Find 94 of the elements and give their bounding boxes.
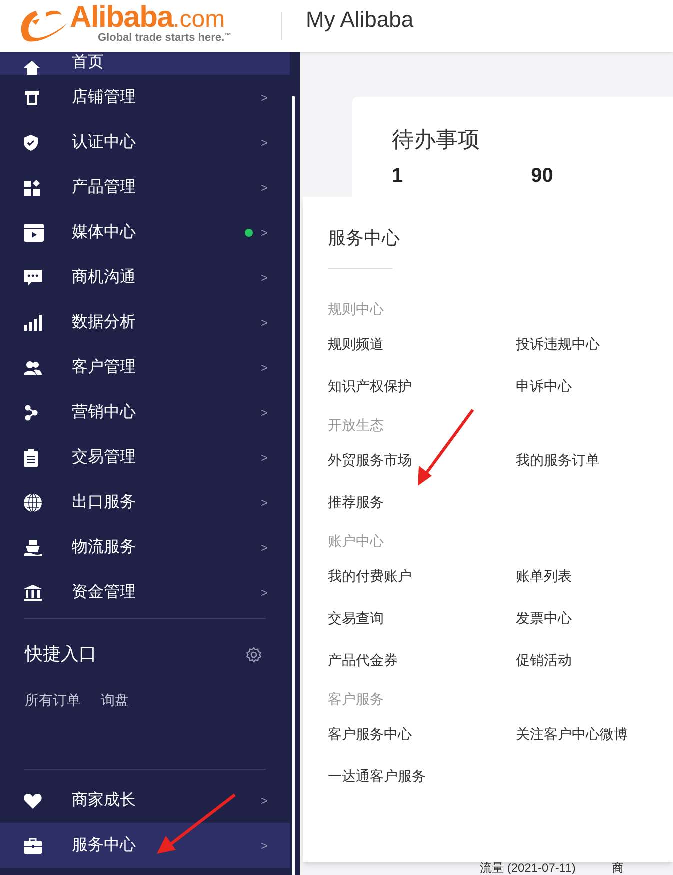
page-title: My Alibaba	[306, 6, 414, 34]
count-value: 90	[531, 166, 554, 186]
clipboard-icon	[24, 448, 38, 466]
section-title: 快捷入口	[25, 643, 97, 666]
sidebar-item[interactable]: 出口服务 >	[0, 480, 290, 525]
section-heading: 客户服务	[328, 690, 385, 709]
menu-link[interactable]: 促销活动	[516, 650, 673, 671]
sidebar-label: 资金管理	[72, 582, 136, 602]
chevron-icon: >	[260, 538, 268, 556]
sidebar-label: 首页	[72, 53, 104, 73]
briefcase-icon	[24, 838, 42, 854]
chevron-icon: >	[260, 584, 268, 602]
sidebar-item[interactable]: 媒体中心 >	[0, 210, 290, 255]
count-value: 1	[392, 166, 404, 186]
blocks-icon	[24, 180, 40, 196]
menu-link[interactable]: 申诉中心	[516, 376, 673, 397]
sidebar-label: 交易管理	[72, 448, 136, 468]
sidebar-item[interactable]: 物流服务 >	[0, 525, 290, 570]
sidebar-item[interactable]: 资金管理 >	[0, 570, 290, 615]
section-heading: 规则中心	[328, 300, 385, 319]
menu-link[interactable]: 产品代金券	[328, 650, 516, 671]
background-text: 流量 (2021-07-11)	[480, 862, 576, 874]
menu-link[interactable]: 账单列表	[516, 566, 673, 587]
sidebar-item[interactable]: 商家成长 >	[0, 778, 290, 823]
home-icon	[24, 61, 40, 75]
menu-link[interactable]: 我的服务订单	[516, 450, 673, 471]
sidebar-item[interactable]: 产品管理 >	[0, 165, 290, 210]
chevron-icon: >	[260, 314, 268, 332]
sidebar-item[interactable]: 交易管理 >	[0, 435, 290, 480]
sidebar-label: 认证中心	[72, 132, 136, 152]
section-heading: 账户中心	[328, 532, 385, 551]
menu-link[interactable]: 客户服务中心	[328, 724, 516, 745]
globe-icon	[24, 494, 42, 512]
section-heading: 开放生态	[328, 416, 385, 435]
sidebar-label: 数据分析	[72, 312, 136, 332]
sidebar-label: 媒体中心	[72, 222, 136, 242]
sidebar-item[interactable]: 客户管理 >	[0, 345, 290, 390]
background-text: 商	[612, 862, 624, 874]
ship-icon	[24, 540, 42, 556]
menu-link[interactable]: 我的付费账户	[328, 566, 516, 587]
shortcut-link[interactable]: 所有订单	[25, 690, 81, 711]
logo-text: Alibaba	[70, 2, 174, 32]
sidebar-item[interactable]: 首页	[0, 52, 290, 75]
menu-link[interactable]: 规则频道	[328, 334, 516, 355]
shield-check-icon	[24, 134, 38, 150]
menu-link[interactable]: 外贸服务市场	[328, 450, 516, 471]
flyout-title: 服务中心	[328, 227, 401, 250]
chevron-icon: >	[260, 268, 268, 286]
share-icon	[24, 404, 38, 420]
store-icon	[24, 90, 40, 106]
sidebar-label: 营销中心	[72, 402, 136, 422]
sidebar-item[interactable]: 商机沟通 >	[0, 255, 290, 300]
menu-link[interactable]: 一达通客户服务	[328, 766, 516, 787]
sidebar-item[interactable]: 认证中心 >	[0, 120, 290, 165]
chevron-icon: >	[260, 494, 268, 512]
menu-link[interactable]: 关注客户中心微博	[516, 724, 673, 745]
video-icon	[24, 224, 44, 242]
bar-chart-icon	[24, 314, 42, 330]
chevron-icon: >	[260, 134, 268, 152]
chevron-icon: >	[260, 404, 268, 422]
sidebar-label: 商机沟通	[72, 268, 136, 288]
chevron-icon: >	[260, 224, 268, 242]
menu-link[interactable]: 知识产权保护	[328, 376, 516, 397]
bank-icon	[24, 584, 42, 600]
menu-link[interactable]: 投诉违规中心	[516, 334, 673, 355]
menu-link[interactable]: 交易查询	[328, 608, 516, 629]
sidebar-label: 服务中心	[72, 836, 136, 856]
logo-text: .com	[173, 8, 226, 32]
sidebar-label: 产品管理	[72, 178, 136, 198]
menu-link[interactable]: 发票中心	[516, 608, 673, 629]
sidebar-label: 店铺管理	[72, 88, 136, 108]
chevron-icon: >	[260, 88, 268, 106]
chat-icon	[24, 270, 42, 286]
scrollbar[interactable]	[292, 96, 295, 875]
chevron-icon: >	[260, 178, 268, 196]
users-icon	[24, 360, 42, 374]
shortcut-link[interactable]: 询盘	[101, 690, 129, 711]
sidebar-item[interactable]: 营销中心 >	[0, 390, 290, 435]
chevron-icon: >	[260, 836, 268, 854]
sidebar-item[interactable]: 数据分析 >	[0, 300, 290, 345]
sidebar-item[interactable]: 店铺管理 >	[0, 75, 290, 120]
sidebar-label: 客户管理	[72, 358, 136, 378]
sidebar-item[interactable]: 服务中心 >	[0, 823, 290, 868]
heart-icon	[24, 792, 42, 808]
menu-link[interactable]: 推荐服务	[328, 492, 516, 513]
chevron-icon: >	[260, 448, 268, 466]
settings-icon[interactable]	[246, 646, 262, 662]
sidebar-label: 商家成长	[72, 790, 136, 810]
sidebar-label: 出口服务	[72, 492, 136, 512]
chevron-icon: >	[260, 358, 268, 376]
logo-tagline: Global trade starts here.	[98, 32, 225, 44]
sidebar-label: 物流服务	[72, 538, 136, 558]
chevron-icon: >	[260, 792, 268, 810]
card-title: 待办事项	[392, 126, 481, 154]
